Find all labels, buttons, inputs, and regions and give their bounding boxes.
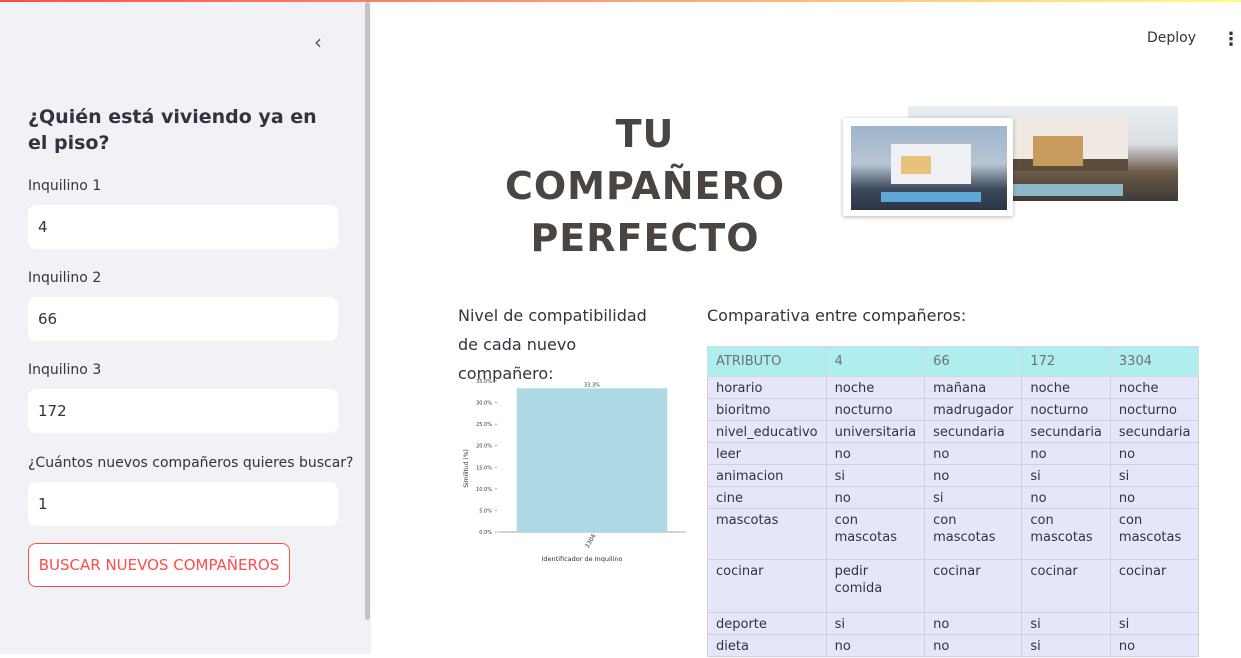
field-label-inquilino-3: Inquilino 3 xyxy=(28,362,102,378)
table-row: cine no si no no xyxy=(707,486,1200,509)
table-cell: cocinar xyxy=(1021,559,1111,613)
table-row: deporte si no si si xyxy=(707,612,1200,635)
table-cell: no xyxy=(1109,486,1200,509)
table-cell: no xyxy=(825,486,926,509)
table-cell: no xyxy=(1109,442,1200,465)
table-heading: Comparativa entre compañeros: xyxy=(707,306,967,325)
table-cell: nocturno xyxy=(1021,398,1111,421)
bar xyxy=(516,388,668,532)
table-cell: si xyxy=(1109,612,1200,635)
inquilino-1-input[interactable]: 4 xyxy=(28,205,338,249)
table-cell: cine xyxy=(707,486,827,509)
x-tick-label: 3304 xyxy=(584,533,598,550)
table-cell: no xyxy=(924,612,1023,635)
table-cell: horario xyxy=(707,376,827,399)
table-cell: si xyxy=(924,486,1023,509)
table-cell: no xyxy=(1109,634,1200,657)
hero-title: TU COMPAÑERO PERFECTO xyxy=(470,108,820,264)
field-label-inquilino-2: Inquilino 2 xyxy=(28,270,102,286)
table-cell: cocinar xyxy=(924,559,1023,613)
table-header-cell[interactable]: 66 xyxy=(924,346,1023,377)
table-cell: dieta xyxy=(707,634,827,657)
table-cell: si xyxy=(1021,634,1111,657)
table-row: animacion si no si si xyxy=(707,464,1200,487)
table-cell: mañana xyxy=(924,376,1023,399)
table-cell: universitaria xyxy=(825,420,926,443)
table-cell: si xyxy=(825,464,926,487)
table-row: bioritmo nocturno madrugador nocturno noctur… xyxy=(707,398,1200,421)
y-tick-label: 30.0% xyxy=(476,401,492,407)
deploy-button[interactable]: Deploy xyxy=(1147,30,1196,46)
table-cell: mascotas xyxy=(707,508,827,560)
num-companions-input[interactable]: 1 xyxy=(28,482,338,526)
y-tick-label: 35.0% xyxy=(476,379,492,385)
more-vert-icon[interactable]: ⋮ xyxy=(1222,30,1240,50)
table-cell: secundaria xyxy=(1021,420,1111,443)
table-header-cell[interactable]: ATRIBUTO xyxy=(707,346,827,377)
table-cell: con mascotas xyxy=(825,508,926,560)
table-cell: nocturno xyxy=(1109,398,1200,421)
table-cell: si xyxy=(1109,464,1200,487)
hero-title-line-2: PERFECTO xyxy=(530,216,760,260)
y-tick-label: 15.0% xyxy=(476,465,492,471)
table-cell: cocinar xyxy=(1109,559,1200,613)
field-label-inquilino-1: Inquilino 1 xyxy=(28,178,102,194)
y-axis-label: Similitud (%) xyxy=(463,449,470,488)
table-cell: no xyxy=(1021,442,1111,465)
table-cell: no xyxy=(825,634,926,657)
x-axis-label: Identificador de Inquilino xyxy=(542,555,623,563)
inquilino-3-input[interactable]: 172 xyxy=(28,389,338,433)
table-row: mascotas con mascotas con mascotas con masc… xyxy=(707,508,1200,560)
table-row: nivel_educativo universitaria secundaria se… xyxy=(707,420,1200,443)
table-header-cell[interactable]: 172 xyxy=(1021,346,1111,377)
table-row: cocinar pedir comida cocinar cocinar cocinar xyxy=(707,559,1200,613)
table-cell: animacion xyxy=(707,464,827,487)
table-cell: no xyxy=(825,442,926,465)
table-cell: no xyxy=(924,464,1023,487)
table-cell: si xyxy=(1021,464,1111,487)
table-cell: con mascotas xyxy=(1109,508,1200,560)
comparison-table: ATRIBUTO 4 66 172 3304 horario noche mañana noc… xyxy=(707,346,1200,657)
table-cell: con mascotas xyxy=(1021,508,1111,560)
table-cell: secundaria xyxy=(1109,420,1200,443)
table-cell: noche xyxy=(825,376,926,399)
table-cell: nivel_educativo xyxy=(707,420,827,443)
sidebar-title: ¿Quién está viviendo ya en el piso? xyxy=(28,106,317,154)
sidebar-scrollbar[interactable] xyxy=(365,2,370,620)
y-tick-label: 20.0% xyxy=(476,444,492,450)
table-cell: nocturno xyxy=(825,398,926,421)
table-cell: pedir comida xyxy=(825,559,926,613)
table-row: dieta no no si no xyxy=(707,634,1200,657)
table-cell: cocinar xyxy=(707,559,827,613)
compatibility-chart: 0.0% 5.0% 10.0% 15.0% 20.0% 25.0% 30.0% 35.0% 33… xyxy=(463,379,686,563)
table-cell: secundaria xyxy=(924,420,1023,443)
field-label-num-companions: ¿Cuántos nuevos compañeros quieres busca… xyxy=(28,455,354,471)
inquilino-2-input[interactable]: 66 xyxy=(28,297,338,341)
bar-value-label: 33.3% xyxy=(584,382,600,388)
table-row: leer no no no no xyxy=(707,442,1200,465)
hero-title-line-1: TU COMPAÑERO xyxy=(504,112,786,208)
table-cell: noche xyxy=(1109,376,1200,399)
table-header-cell[interactable]: 4 xyxy=(825,346,926,377)
table-cell: deporte xyxy=(707,612,827,635)
y-tick-label: 10.0% xyxy=(476,487,492,493)
y-tick-label: 25.0% xyxy=(476,422,492,428)
table-cell: si xyxy=(825,612,926,635)
table-header-cell[interactable]: 3304 xyxy=(1109,346,1200,377)
chevron-left-icon[interactable]: ‹ xyxy=(308,30,328,54)
table-row: horario noche mañana noche noche xyxy=(707,376,1200,399)
table-cell: madrugador xyxy=(924,398,1023,421)
table-cell: no xyxy=(1021,486,1111,509)
table-cell: con mascotas xyxy=(924,508,1023,560)
table-cell: si xyxy=(1021,612,1111,635)
table-cell: no xyxy=(924,442,1023,465)
table-cell: no xyxy=(924,634,1023,657)
search-companions-button[interactable]: BUSCAR NUEVOS COMPAÑEROS xyxy=(28,543,290,587)
table-cell: bioritmo xyxy=(707,398,827,421)
table-cell: noche xyxy=(1021,376,1111,399)
table-cell: leer xyxy=(707,442,827,465)
y-tick-label: 0.0% xyxy=(479,530,492,536)
y-tick-label: 5.0% xyxy=(479,508,492,514)
house-photo-front xyxy=(843,118,1013,216)
